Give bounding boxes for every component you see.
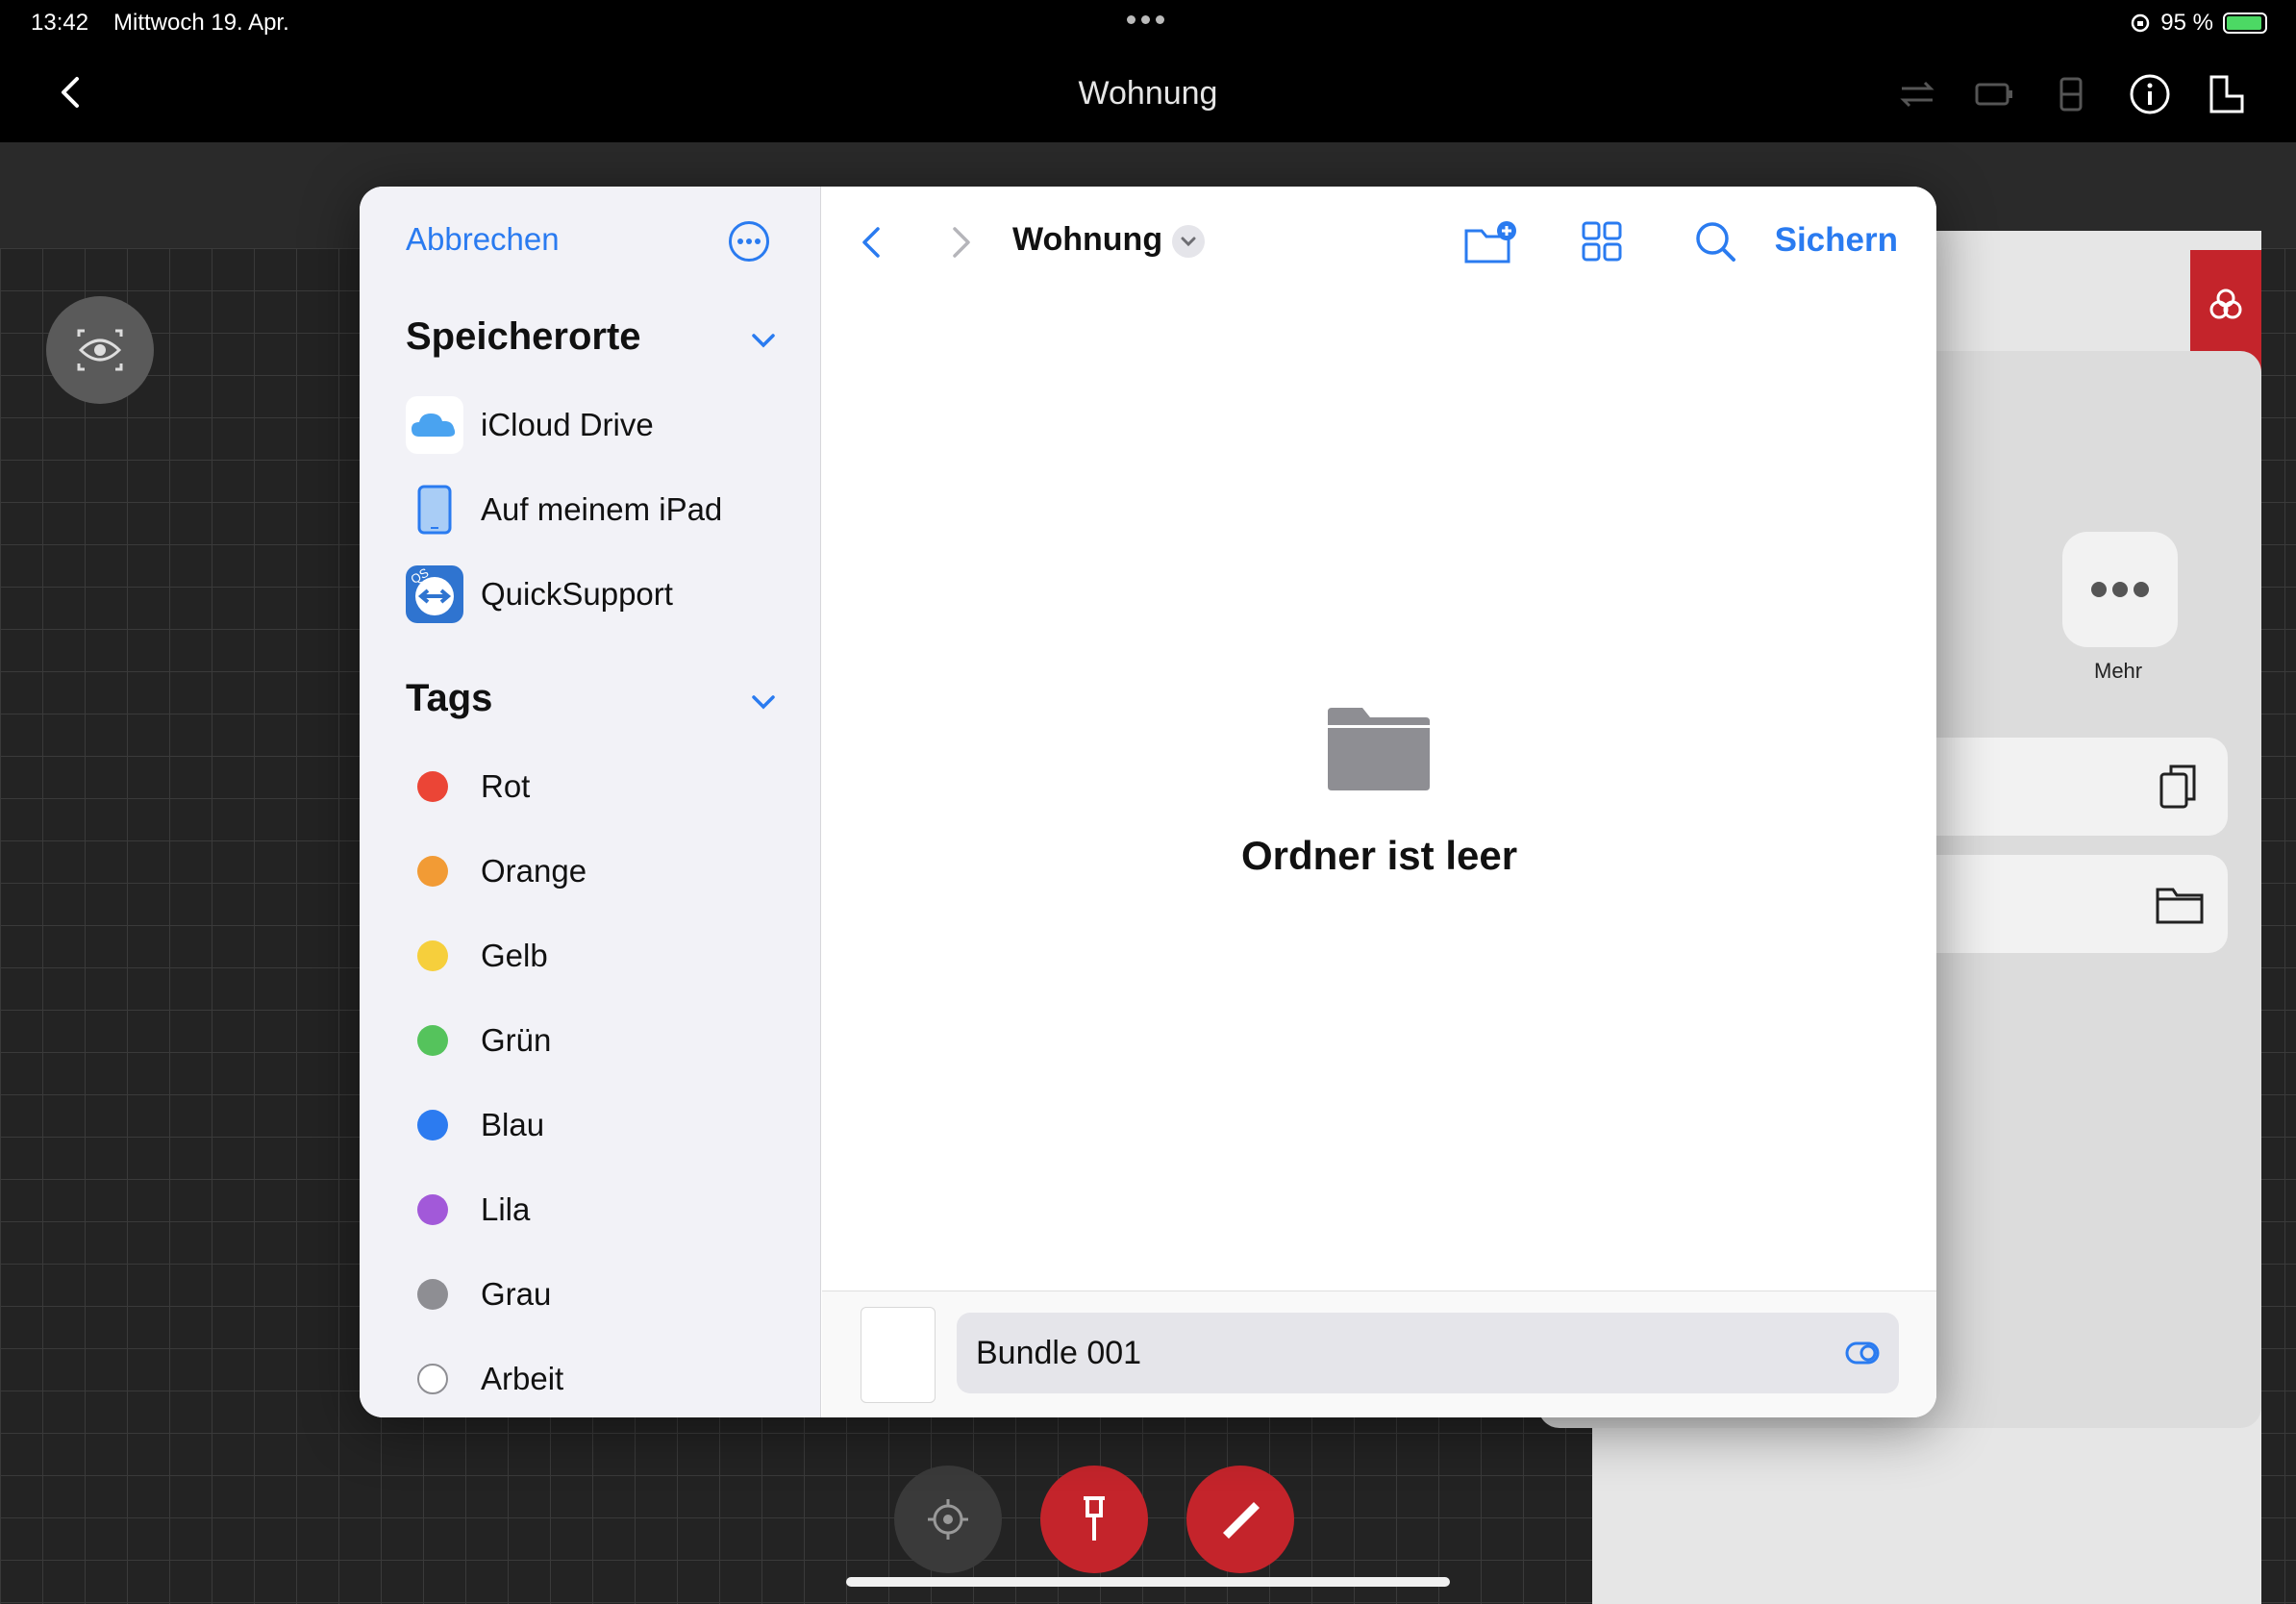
tag-color-dot xyxy=(417,771,448,802)
more-options-icon[interactable] xyxy=(728,220,770,263)
tag-yellow[interactable]: Gelb xyxy=(417,937,548,975)
battery-device-icon[interactable] xyxy=(1973,73,2015,115)
ruler-icon xyxy=(1223,1502,1260,1539)
empty-folder-message: Ordner ist leer xyxy=(1240,833,1518,878)
crosshair-icon xyxy=(928,1499,968,1540)
sync-icon[interactable] xyxy=(1896,73,1938,115)
app-nav-bar: Wohnung xyxy=(0,46,2296,142)
chevron-down-icon xyxy=(1181,237,1196,247)
pin-button[interactable] xyxy=(1040,1466,1148,1573)
battery-icon xyxy=(2223,13,2267,34)
grid-view-icon[interactable] xyxy=(1572,215,1630,269)
search-icon[interactable] xyxy=(1687,215,1745,269)
tag-color-dot xyxy=(417,1279,448,1310)
multitasking-dots[interactable] xyxy=(1127,15,1164,24)
cancel-button[interactable]: Abbrechen xyxy=(406,221,560,258)
app-title: Wohnung xyxy=(1078,75,1218,112)
filename-input[interactable] xyxy=(976,1313,1803,1393)
tag-label: Gelb xyxy=(481,938,548,973)
current-folder-title: Wohnung xyxy=(1012,221,1163,258)
new-folder-icon[interactable] xyxy=(1462,215,1520,269)
empty-folder-icon xyxy=(1328,708,1430,790)
tag-work[interactable]: Arbeit xyxy=(417,1360,563,1398)
tag-red[interactable]: Rot xyxy=(417,767,530,806)
quicksupport-icon: QS xyxy=(406,565,463,623)
location-label: QuickSupport xyxy=(481,576,673,612)
location-on-my-ipad[interactable]: Auf meinem iPad xyxy=(406,481,722,539)
filename-field[interactable] xyxy=(957,1313,1899,1393)
tag-orange[interactable]: Orange xyxy=(417,852,586,890)
tag-label: Grün xyxy=(481,1022,552,1058)
home-indicator[interactable] xyxy=(846,1577,1450,1587)
battery-percent: 95 % xyxy=(2160,10,2213,36)
nav-forward-chevron-icon[interactable] xyxy=(947,221,976,263)
tag-color-dot xyxy=(417,1025,448,1056)
tag-label: Rot xyxy=(481,768,531,804)
filename-bar xyxy=(822,1291,1936,1417)
tag-color-dot xyxy=(417,1364,448,1394)
save-file-dialog: Abbrechen Speicherorte iCloud Drive Auf … xyxy=(360,187,1936,1417)
tag-color-dot xyxy=(417,1194,448,1225)
tag-gray[interactable]: Grau xyxy=(417,1275,551,1314)
battery-level xyxy=(2227,16,2262,30)
status-date: Mittwoch 19. Apr. xyxy=(113,10,289,36)
layers-icon xyxy=(2209,288,2242,319)
file-thumbnail xyxy=(861,1307,936,1403)
more-apps-label: Mehr xyxy=(2094,659,2143,683)
dialog-main: Wohnung Sichern Ordner ist leer xyxy=(822,187,1936,1417)
folder-menu-button[interactable] xyxy=(1172,225,1205,258)
measure-button[interactable] xyxy=(1186,1466,1294,1573)
location-quicksupport[interactable]: QS QuickSupport xyxy=(406,565,673,623)
scanner-icon[interactable] xyxy=(2050,73,2092,115)
locate-button[interactable] xyxy=(894,1466,1002,1573)
tags-collapse-chevron-icon[interactable] xyxy=(748,692,779,712)
tag-label: Arbeit xyxy=(481,1361,564,1396)
save-button[interactable]: Sichern xyxy=(1775,221,1898,260)
status-bar: 13:42 Mittwoch 19. Apr. 95 % xyxy=(0,0,2296,46)
location-label: iCloud Drive xyxy=(481,407,654,442)
tag-color-dot xyxy=(417,1110,448,1140)
tag-purple[interactable]: Lila xyxy=(417,1190,530,1229)
more-apps-button[interactable] xyxy=(2062,532,2178,647)
status-right: 95 % xyxy=(2130,10,2267,37)
info-icon[interactable] xyxy=(2129,73,2171,115)
orientation-lock-icon xyxy=(2132,13,2150,33)
tag-color-dot xyxy=(417,856,448,887)
folder-icon xyxy=(2156,888,2204,924)
view-toggle-button[interactable] xyxy=(46,296,154,404)
floorplan-icon[interactable] xyxy=(2206,73,2248,115)
status-time: 13:42 xyxy=(31,10,89,36)
tag-label: Grau xyxy=(481,1276,552,1312)
pin-icon xyxy=(1084,1496,1105,1541)
more-dots-icon xyxy=(2091,582,2149,597)
tag-label: Lila xyxy=(481,1191,531,1227)
location-label: Auf meinem iPad xyxy=(481,491,723,527)
tag-blue[interactable]: Blau xyxy=(417,1106,544,1144)
copy-icon xyxy=(2159,764,2196,809)
locations-heading: Speicherorte xyxy=(406,315,641,358)
locations-collapse-chevron-icon[interactable] xyxy=(748,331,779,350)
location-icloud-drive[interactable]: iCloud Drive xyxy=(406,396,654,454)
ipad-icon xyxy=(406,481,463,539)
tag-label: Blau xyxy=(481,1107,545,1142)
nav-back-chevron-icon[interactable] xyxy=(857,221,886,263)
tag-color-dot xyxy=(417,940,448,971)
eye-icon xyxy=(77,329,123,371)
tag-green[interactable]: Grün xyxy=(417,1021,551,1060)
icloud-icon xyxy=(406,396,463,454)
dialog-sidebar: Abbrechen Speicherorte iCloud Drive Auf … xyxy=(360,187,821,1417)
toggle-icon[interactable] xyxy=(1845,1338,1880,1368)
tags-heading: Tags xyxy=(406,677,493,719)
tag-label: Orange xyxy=(481,853,587,889)
